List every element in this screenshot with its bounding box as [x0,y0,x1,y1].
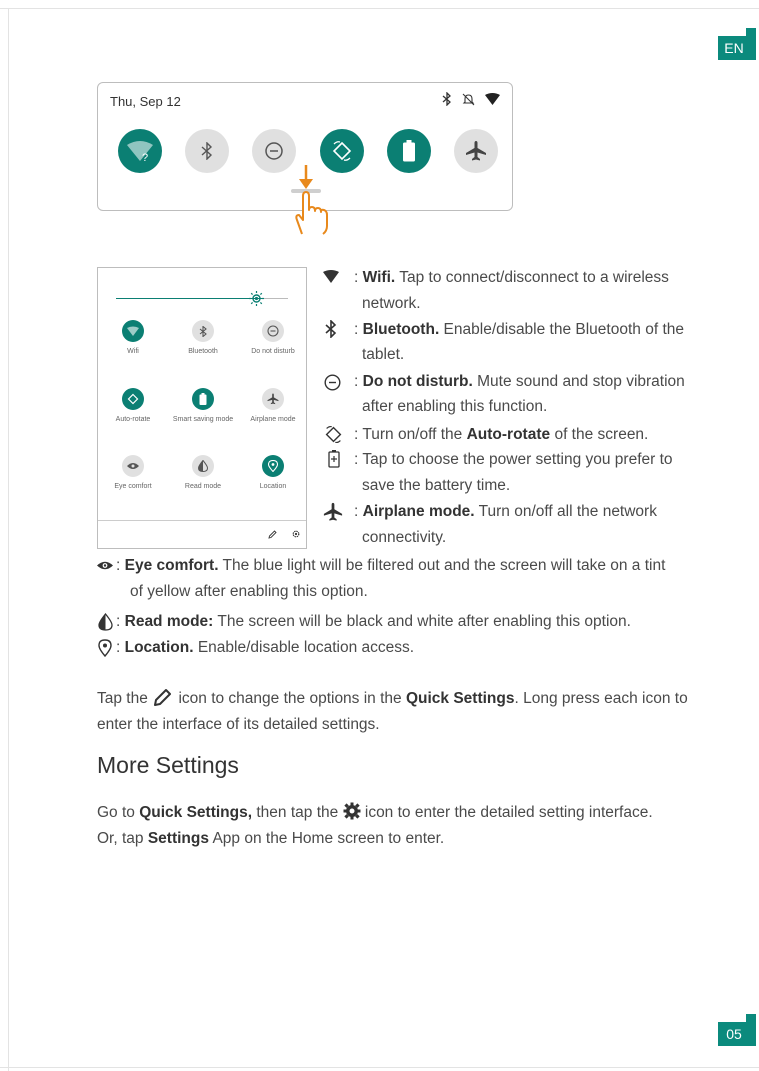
status-icons [442,92,500,106]
panel-tile-wifi[interactable]: Wifi [98,320,168,355]
wifi-toggle[interactable]: ? [118,129,162,173]
gear-icon [343,802,361,820]
bluetooth-icon [201,142,213,160]
shade-date: Thu, Sep 12 [110,94,181,109]
panel-tile-label: Smart saving mode [172,416,234,423]
wifi-status-icon [485,93,500,105]
wifi-icon [323,270,339,283]
panel-tile-label: Read mode [184,483,222,490]
page-left-border [8,8,9,1071]
airplane-description-cont: connectivity. [362,529,447,546]
read-mode-description: : Read mode: The screen will be black an… [116,613,631,630]
panel-tile-do-not-disturb[interactable]: Do not disturb [238,320,308,355]
edit-instructions: Tap the icon to change the options in th… [97,689,688,707]
brightness-slider-rest [262,298,288,299]
bluetooth-toggle[interactable] [185,129,230,173]
eye-comfort-description: : Eye comfort. The blue light will be fi… [116,557,666,574]
bluetooth-icon [325,320,337,338]
panel-tile-airplane[interactable]: Airplane mode [238,388,308,423]
do-not-disturb-icon [265,142,284,160]
panel-tile-smart-saving[interactable]: Smart saving mode [168,388,238,423]
battery-icon [192,388,214,410]
edit-pencil-icon [154,689,172,706]
settings-gear-icon[interactable] [291,529,301,539]
swipe-down-arrow-icon [299,165,313,189]
wifi-question-icon: ? [127,141,153,162]
page-bottom-border [0,1067,759,1068]
pointing-hand-icon [295,191,328,235]
panel-tile-auto-rotate[interactable]: Auto-rotate [98,388,168,423]
svg-text:?: ? [142,152,148,162]
airplane-icon [262,388,284,410]
auto-rotate-icon [122,388,144,410]
panel-tile-label: Location [259,483,287,490]
mute-status-icon [462,93,475,105]
eye-icon [97,561,113,570]
more-settings-line1: Go to Quick Settings, then tap the icon … [97,802,653,821]
location-icon [262,455,284,477]
language-label: EN [724,40,744,56]
more-settings-line2: Or, tap Settings App on the Home screen … [97,830,445,847]
panel-divider [98,520,306,521]
panel-tile-eye-comfort[interactable]: Eye comfort [98,455,168,490]
read-mode-icon [98,613,113,631]
panel-tile-label: Bluetooth [188,348,218,355]
airplane-icon [465,141,486,161]
eye-comfort-description-cont: of yellow after enabling this option. [130,583,368,600]
panel-tile-location[interactable]: Location [238,455,308,490]
page-top-border [0,8,759,9]
wifi-description: : Wifi. Tap to connect/disconnect to a w… [354,269,669,286]
read-mode-icon [192,455,214,477]
airplane-description: : Airplane mode. Turn on/off all the net… [354,503,657,520]
page-number-tab: 05 [718,1014,756,1046]
battery-saver-toggle[interactable] [386,129,431,173]
power-description-cont: save the battery time. [362,477,511,494]
dnd-description: : Do not disturb. Mute sound and stop vi… [354,373,685,390]
edit-pencil-icon[interactable] [268,530,277,539]
bluetooth-description-cont: tablet. [362,346,405,363]
auto-rotate-description: : Turn on/off the Auto-rotate of the scr… [354,426,649,443]
eye-icon [122,455,144,477]
panel-tile-bluetooth[interactable]: Bluetooth [168,320,238,355]
dnd-description-cont: after enabling this function. [362,398,548,415]
bluetooth-description: : Bluetooth. Enable/disable the Bluetoot… [354,321,684,338]
airplane-icon [323,502,343,521]
panel-tile-label: Wifi [127,348,139,355]
language-tab: EN [718,28,756,60]
page-number: 05 [726,1026,742,1042]
panel-tile-read-mode[interactable]: Read mode [168,455,238,490]
panel-tile-label: Airplane mode [250,416,296,423]
location-icon [98,639,112,657]
quick-settings-panel: Wifi Bluetooth Do not disturb Auto-rotat… [97,267,307,549]
power-description: : Tap to choose the power setting you pr… [354,451,673,468]
more-settings-heading: More Settings [97,752,239,778]
auto-rotate-icon [332,141,351,161]
do-not-disturb-icon [324,374,341,391]
wifi-description-cont: network. [362,295,421,312]
bluetooth-status-icon [442,92,451,106]
auto-rotate-icon [325,425,342,444]
panel-tile-label: Eye comfort [114,483,152,490]
battery-icon [402,140,415,162]
do-not-disturb-toggle[interactable] [252,129,297,173]
panel-tile-label: Auto-rotate [115,416,151,423]
location-description: : Location. Enable/disable location acce… [116,639,415,656]
airplane-toggle[interactable] [453,129,498,173]
do-not-disturb-icon [262,320,284,342]
battery-saver-icon [328,450,340,468]
edit-instructions-cont: enter the interface of its detailed sett… [97,716,380,733]
auto-rotate-toggle[interactable] [319,129,364,173]
panel-tile-label: Do not disturb [251,348,295,355]
wifi-icon [122,320,144,342]
bluetooth-icon [192,320,214,342]
brightness-icon[interactable] [249,291,264,306]
